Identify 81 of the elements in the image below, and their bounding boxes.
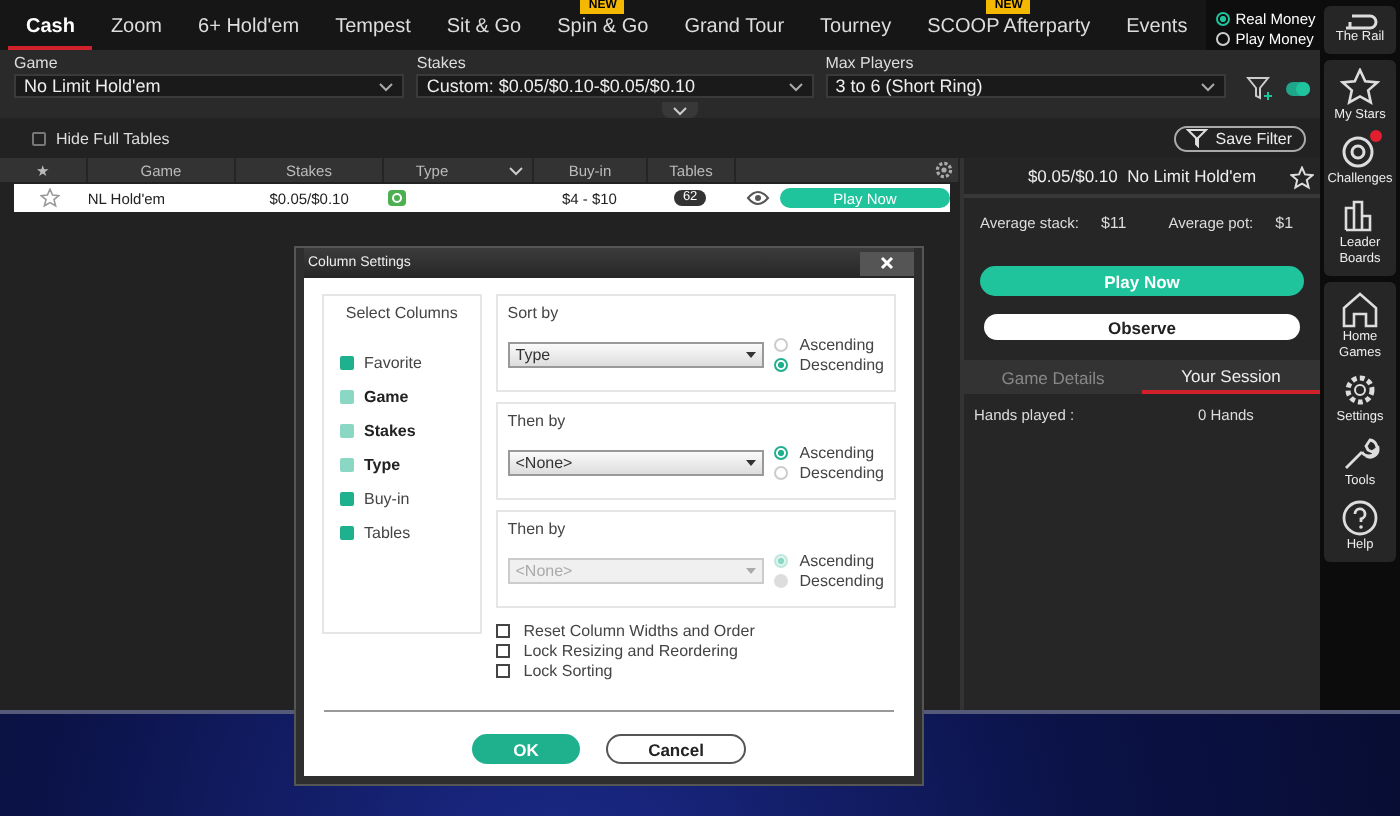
tab[interactable]: SCOOP Afterparty: [909, 14, 1109, 50]
radio-button[interactable]: [773, 357, 788, 371]
checkbox[interactable]: [340, 356, 354, 370]
dropdown: <None>: [507, 557, 764, 583]
checkbox-label: Lock Resizing and Reordering: [523, 641, 738, 659]
stat-value: $1: [1275, 214, 1294, 232]
radio-label: Ascending: [799, 335, 875, 353]
radio-button[interactable]: [1215, 11, 1230, 25]
close-button[interactable]: [860, 251, 914, 275]
filter-label: Stakes: [416, 54, 468, 74]
filter-label: Game: [14, 54, 60, 74]
checkbox-label: Buy-in: [364, 490, 410, 508]
tab[interactable]: Spin & Go: [539, 14, 667, 50]
details-title: $0.05/$0.10 No Limit Hold'em: [1027, 166, 1257, 186]
checkbox[interactable]: [495, 623, 510, 637]
radio-label: Ascending: [799, 443, 875, 461]
dropdown[interactable]: Type: [507, 341, 764, 367]
caret-icon: [745, 567, 756, 573]
checkbox-label: Hide Full Tables: [56, 129, 170, 147]
tab[interactable]: Tempest: [317, 14, 429, 50]
star-icon: [1340, 68, 1380, 108]
chevron-icon: [1200, 81, 1216, 91]
dropdown[interactable]: <None>: [507, 449, 764, 475]
dropdown[interactable]: Custom: $0.05/$0.10-$0.05/$0.10: [416, 74, 814, 98]
caret-icon: [745, 459, 756, 465]
checkbox-label: Lock Sorting: [523, 661, 613, 679]
caret-icon: [745, 351, 756, 357]
filter-icon: [1185, 128, 1210, 148]
checkbox[interactable]: [340, 492, 354, 506]
filter-icon: [1246, 76, 1274, 100]
checkbox-label: Game: [364, 388, 409, 406]
checkbox-label: Type: [364, 456, 401, 474]
checkbox[interactable]: [495, 663, 510, 677]
checkbox[interactable]: [32, 131, 46, 145]
stat-value: $11: [1100, 214, 1127, 232]
radio-button[interactable]: [773, 445, 788, 459]
settings-icon: [934, 160, 954, 180]
cancel-button[interactable]: Cancel: [606, 734, 746, 764]
tab[interactable]: Tourney: [802, 14, 910, 50]
radio-label: Descending: [799, 355, 884, 373]
tab[interactable]: Grand Tour: [666, 14, 803, 50]
collapse-tab[interactable]: [662, 102, 698, 118]
house-icon: [1340, 290, 1380, 330]
chevron-icon: [508, 165, 525, 175]
checkbox[interactable]: [340, 526, 354, 540]
settings-icon: [1340, 370, 1380, 410]
eye-icon: [746, 190, 770, 206]
rail-icon: [1343, 14, 1377, 30]
section-heading: Select Columns: [343, 304, 460, 322]
game-type-icon: [388, 190, 407, 206]
tab[interactable]: Events: [1108, 14, 1206, 50]
dropdown[interactable]: 3 to 6 (Short Ring): [825, 74, 1226, 98]
dropdown[interactable]: No Limit Hold'em: [14, 74, 405, 98]
checkbox-label: Reset Column Widths and Order: [523, 621, 755, 639]
checkbox[interactable]: [495, 643, 510, 657]
radio-label: Ascending: [799, 551, 875, 569]
filter-label: Max Players: [825, 54, 916, 74]
sort-label: Then by: [507, 412, 568, 430]
tab[interactable]: Zoom: [92, 14, 181, 50]
radio-button[interactable]: [1215, 31, 1230, 45]
close-icon: [880, 256, 894, 270]
tab[interactable]: Game Details: [964, 360, 1142, 394]
tab[interactable]: 6+ Hold'em: [180, 14, 318, 50]
chevron-icon: [787, 81, 804, 91]
radio-label: Descending: [799, 463, 884, 481]
tab[interactable]: Sit & Go: [428, 14, 540, 50]
sort-label: Then by: [507, 520, 568, 538]
toggle-switch[interactable]: [1286, 81, 1310, 95]
sort-label: Sort by: [507, 304, 561, 322]
checkbox-label: Favorite: [364, 354, 422, 372]
chevron-icon: [672, 105, 688, 115]
help-icon: [1340, 498, 1380, 538]
radio-button[interactable]: [773, 465, 788, 479]
observe-button[interactable]: Observe: [984, 314, 1300, 340]
checkbox-label: Tables: [364, 524, 411, 542]
radio-button[interactable]: [773, 337, 788, 351]
save-filter-button[interactable]: Save Filter: [1173, 125, 1306, 151]
wrench-icon: [1340, 434, 1380, 474]
chevron-icon: [378, 81, 395, 91]
checkbox-label: Stakes: [364, 422, 416, 440]
radio-label: Descending: [799, 571, 884, 589]
